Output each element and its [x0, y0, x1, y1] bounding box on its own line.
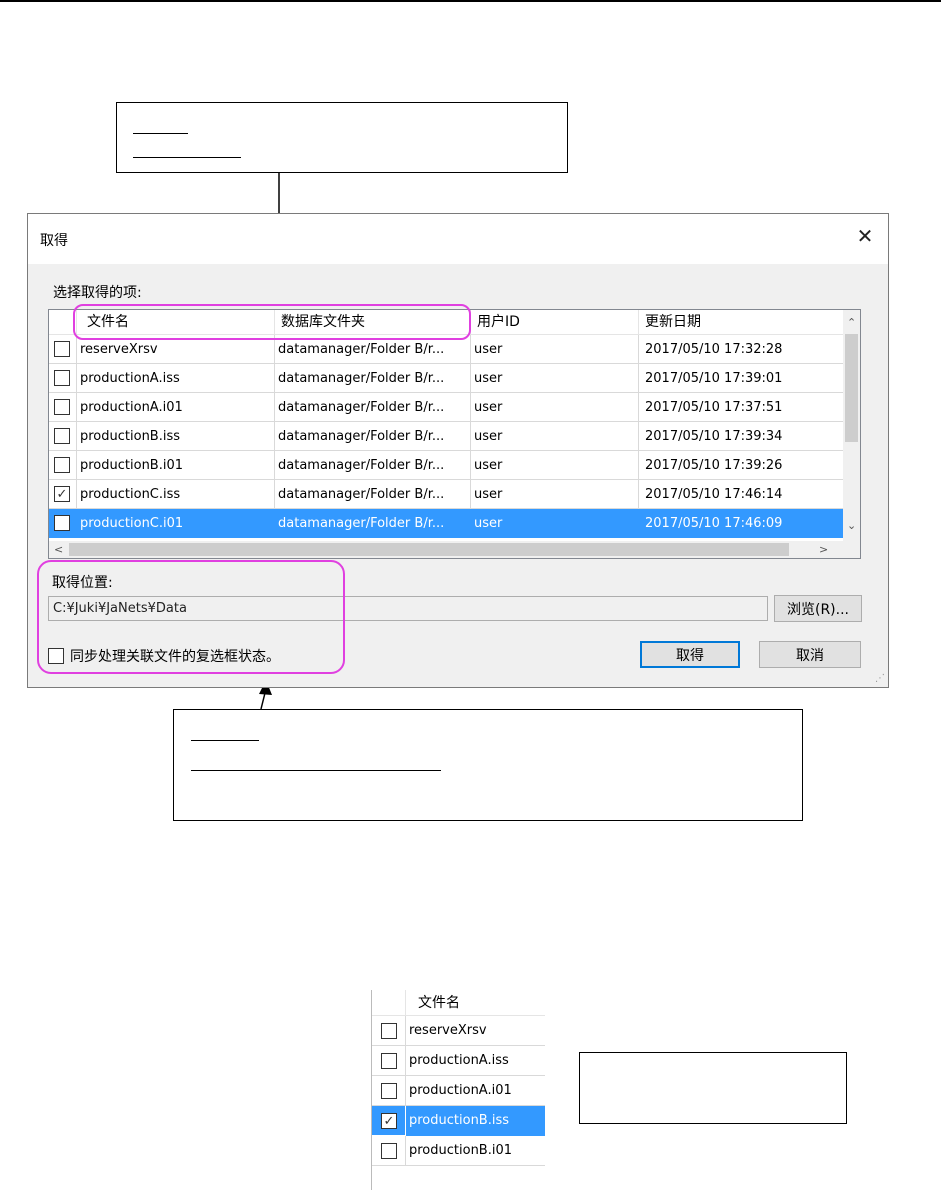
row-user: user: [471, 364, 639, 393]
table-row[interactable]: productionB.i01 datamanager/Folder B/r...…: [49, 451, 845, 480]
row-date: 2017/05/10 17:37:51: [639, 393, 845, 422]
mini-row-checkbox-cell: [372, 1076, 406, 1106]
row-user: user: [471, 509, 639, 538]
scroll-corner: [843, 541, 860, 558]
close-button[interactable]: ✕: [842, 214, 888, 258]
row-date: 2017/05/10 17:39:01: [639, 364, 845, 393]
check-icon: ✓: [56, 486, 68, 502]
row-filename: productionA.iss: [77, 364, 275, 393]
row-checkbox-cell: [49, 335, 77, 364]
row-filename: productionB.i01: [77, 451, 275, 480]
scroll-down-icon[interactable]: ⌄: [847, 520, 856, 531]
horizontal-scroll-thumb[interactable]: [69, 543, 789, 556]
row-checkbox[interactable]: [54, 515, 70, 531]
row-checkbox-cell: ✓: [49, 480, 77, 509]
table-row[interactable]: ✓ productionC.iss datamanager/Folder B/r..…: [49, 480, 845, 509]
arrow-line-middle: [260, 692, 266, 710]
mini-row-checkbox-cell: ✓: [372, 1106, 406, 1136]
row-folder: datamanager/Folder B/r...: [275, 451, 471, 480]
mini-list-item: productionA.i01: [372, 1076, 545, 1106]
row-folder: datamanager/Folder B/r...: [275, 422, 471, 451]
mini-row-checkbox: ✓: [381, 1113, 397, 1129]
mini-row-checkbox: [381, 1023, 397, 1039]
table-row[interactable]: productionA.i01 datamanager/Folder B/r...…: [49, 393, 845, 422]
mini-row-filename: productionA.i01: [406, 1076, 545, 1106]
row-date: 2017/05/10 17:39:26: [639, 451, 845, 480]
highlight-location-area: [37, 560, 345, 674]
row-user: user: [471, 393, 639, 422]
table-row[interactable]: productionB.iss datamanager/Folder B/r...…: [49, 422, 845, 451]
row-checkbox[interactable]: [54, 370, 70, 386]
column-header-user[interactable]: 用户ID: [471, 310, 639, 335]
close-icon: ✕: [856, 224, 874, 248]
row-checkbox-cell: [49, 422, 77, 451]
check-icon: ✓: [383, 1113, 395, 1129]
dialog-title: 取得: [40, 233, 68, 249]
row-filename: productionC.iss: [77, 480, 275, 509]
row-user: user: [471, 480, 639, 509]
mini-list-item: ✓ productionB.iss: [372, 1106, 545, 1136]
row-filename: productionB.iss: [77, 422, 275, 451]
mini-row-checkbox: [381, 1083, 397, 1099]
row-checkbox[interactable]: [54, 428, 70, 444]
mini-header-checkbox-column: [372, 990, 406, 1016]
row-date: 2017/05/10 17:46:14: [639, 480, 845, 509]
row-date: 2017/05/10 17:39:34: [639, 422, 845, 451]
scroll-left-icon[interactable]: <: [54, 544, 63, 555]
column-header-date[interactable]: 更新日期: [639, 310, 845, 335]
browse-button[interactable]: 浏览(R)...: [774, 595, 862, 622]
select-items-label: 选择取得的项:: [53, 285, 142, 301]
mini-list-item: productionB.i01: [372, 1136, 545, 1166]
row-checkbox[interactable]: [54, 457, 70, 473]
row-filename: productionC.i01: [77, 509, 275, 538]
dialog-titlebar: 取得 ✕: [28, 214, 888, 264]
row-folder: datamanager/Folder B/r...: [275, 509, 471, 538]
resize-grip-icon[interactable]: ⋰: [875, 673, 885, 684]
ok-button[interactable]: 取得: [640, 641, 740, 668]
row-folder: datamanager/Folder B/r...: [275, 480, 471, 509]
row-user: user: [471, 422, 639, 451]
mini-row-checkbox-cell: [372, 1046, 406, 1076]
table-row[interactable]: productionC.i01 datamanager/Folder B/r...…: [49, 509, 845, 538]
mini-row-filename: productionB.i01: [406, 1136, 545, 1166]
row-folder: datamanager/Folder B/r...: [275, 364, 471, 393]
cancel-button[interactable]: 取消: [759, 641, 861, 668]
mini-list-item: productionA.iss: [372, 1046, 545, 1076]
mini-list-item: reserveXrsv: [372, 1016, 545, 1046]
table-row[interactable]: productionA.iss datamanager/Folder B/r...…: [49, 364, 845, 393]
row-checkbox-cell: [49, 364, 77, 393]
mini-row-checkbox-cell: [372, 1136, 406, 1166]
row-user: user: [471, 335, 639, 364]
row-checkbox[interactable]: [54, 399, 70, 415]
mini-row-checkbox: [381, 1143, 397, 1159]
row-folder: datamanager/Folder B/r...: [275, 393, 471, 422]
row-checkbox[interactable]: [54, 341, 70, 357]
highlight-column-headers: [73, 304, 471, 340]
mini-column-header-filename: 文件名: [418, 995, 460, 1011]
row-checkbox-cell: [49, 393, 77, 422]
row-checkbox[interactable]: ✓: [54, 486, 70, 502]
vertical-scroll-thumb[interactable]: [845, 334, 858, 442]
row-filename: productionA.i01: [77, 393, 275, 422]
row-checkbox-cell: [49, 509, 77, 538]
mini-row-checkbox: [381, 1053, 397, 1069]
mini-row-filename: productionA.iss: [406, 1046, 545, 1076]
mini-list-header: 文件名: [372, 990, 545, 1016]
mini-file-list: 文件名 reserveXrsv productionA.iss production…: [371, 990, 545, 1190]
file-list[interactable]: 文件名 数据库文件夹 用户ID 更新日期 reserveXrsv datamana…: [48, 309, 861, 559]
vertical-scrollbar[interactable]: ⌃ ⌄: [843, 310, 860, 543]
row-checkbox-cell: [49, 451, 77, 480]
mini-row-filename: reserveXrsv: [406, 1016, 545, 1046]
row-date: 2017/05/10 17:32:28: [639, 335, 845, 364]
row-user: user: [471, 451, 639, 480]
mini-row-checkbox-cell: [372, 1016, 406, 1046]
scroll-up-icon[interactable]: ⌃: [847, 317, 856, 328]
mini-row-filename: productionB.iss: [406, 1106, 545, 1136]
row-date: 2017/05/10 17:46:09: [639, 509, 845, 538]
scroll-right-icon[interactable]: >: [819, 544, 828, 555]
horizontal-scrollbar[interactable]: < >: [49, 541, 845, 558]
